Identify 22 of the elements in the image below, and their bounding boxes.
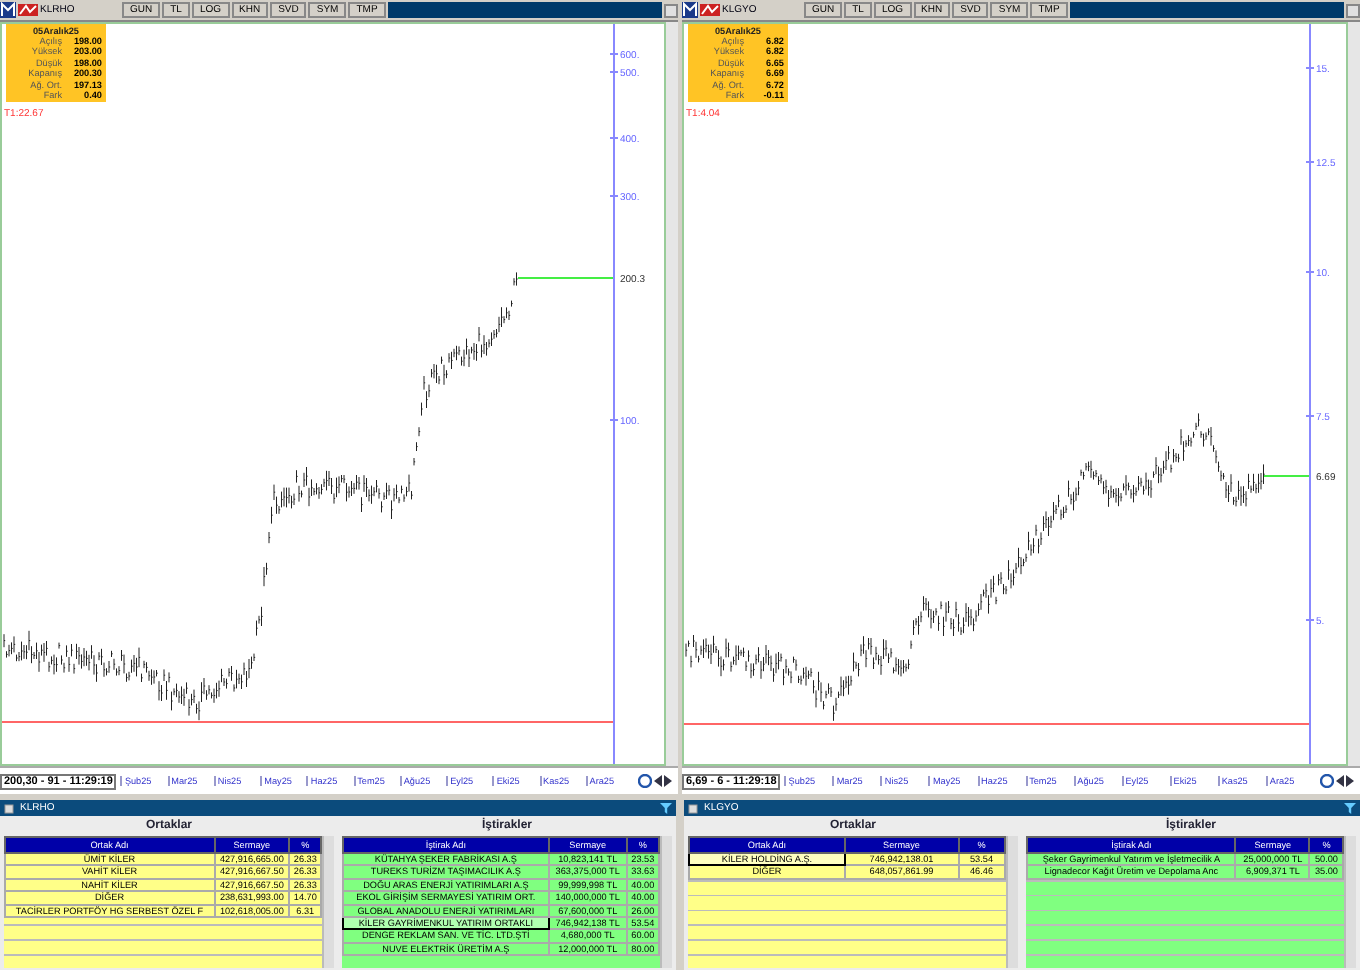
vertical-scrollbar[interactable] (1006, 836, 1018, 968)
logo-icon (18, 2, 38, 18)
vertical-scrollbar[interactable] (322, 836, 334, 968)
vertical-scrollbar[interactable] (1344, 836, 1356, 968)
vertical-scrollbar[interactable] (660, 836, 672, 968)
menu-icon[interactable] (682, 2, 698, 18)
close-button[interactable] (1346, 3, 1360, 17)
refresh-icon[interactable] (638, 774, 652, 788)
refresh-icon[interactable] (1320, 774, 1334, 788)
logo-icon (700, 2, 720, 18)
filter-icon[interactable] (1344, 802, 1356, 814)
close-button[interactable] (664, 3, 678, 17)
scroll-arrows-icon[interactable] (1336, 774, 1354, 788)
last-price-line (517, 277, 615, 279)
menu-icon[interactable] (0, 2, 16, 18)
vertical-scrollbar[interactable] (1348, 22, 1360, 766)
vertical-scrollbar[interactable] (666, 22, 678, 766)
collapse-icon[interactable] (688, 803, 698, 813)
last-price-line (1263, 475, 1311, 477)
collapse-icon[interactable] (4, 803, 14, 813)
filter-icon[interactable] (660, 802, 672, 814)
scroll-arrows-icon[interactable] (654, 774, 672, 788)
